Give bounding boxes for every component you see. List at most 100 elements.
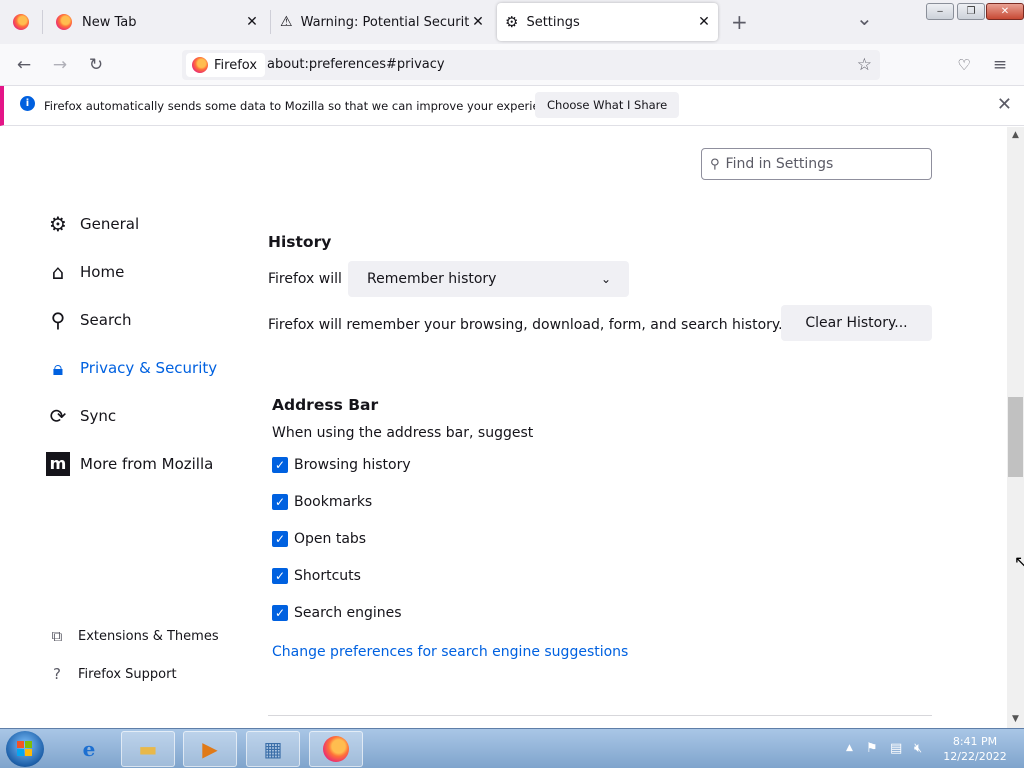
tab-title: Warning: Potential Security Risk: [300, 14, 469, 30]
category-label: More from Mozilla: [80, 455, 214, 473]
tab-settings[interactable]: ⚙ Settings ✕: [497, 3, 718, 41]
category-sync[interactable]: ⟳ Sync: [46, 400, 117, 432]
windows-logo-icon: [17, 741, 32, 756]
forward-icon[interactable]: →: [50, 55, 70, 75]
suggest-search-engines-checkbox[interactable]: ✓ Search engines: [272, 605, 402, 621]
url-text[interactable]: about:preferences#privacy: [267, 57, 445, 72]
category-label: Sync: [80, 407, 117, 425]
tab-separator: [42, 10, 43, 34]
category-label: Home: [80, 263, 125, 281]
sync-icon: ⟳: [49, 404, 67, 428]
minimize-button[interactable]: ‒: [926, 3, 954, 20]
restore-button[interactable]: ❐: [957, 3, 985, 20]
search-input[interactable]: ⚲ Find in Settings: [701, 148, 932, 180]
control-panel-icon[interactable]: ▦: [246, 731, 300, 767]
back-icon[interactable]: ←: [14, 55, 34, 75]
category-search[interactable]: ⚲ Search: [46, 304, 132, 336]
gear-icon: ⚙: [49, 212, 67, 236]
chevron-down-icon: ⌄: [600, 272, 611, 286]
list-all-tabs-icon[interactable]: ⌄: [856, 6, 873, 30]
history-mode-select[interactable]: Remember history ⌄: [348, 261, 629, 297]
checkbox-label: Bookmarks: [294, 494, 373, 510]
history-mode-value: Remember history: [367, 271, 497, 287]
search-placeholder: Find in Settings: [725, 156, 834, 172]
data-notification-bar: i Firefox automatically sends some data …: [0, 86, 1024, 126]
close-tab-icon[interactable]: ✕: [244, 14, 260, 30]
new-tab-icon[interactable]: +: [731, 10, 748, 34]
windows-taskbar: e ▬ ▶ ▦ ▲ ⚑ ▤ 🔇︎ 8:41 PM 12/22/2022: [0, 728, 1024, 768]
suggest-open-tabs-checkbox[interactable]: ✓ Open tabs: [272, 531, 366, 547]
mozilla-icon: m: [46, 452, 70, 476]
notification-text: Firefox automatically sends some data to…: [44, 99, 564, 113]
choose-what-i-share-button[interactable]: Choose What I Share: [535, 92, 680, 118]
address-bar-heading: Address Bar: [272, 396, 379, 414]
close-icon[interactable]: ✕: [997, 94, 1012, 115]
category-general[interactable]: ⚙ General: [46, 208, 139, 240]
help-icon: ?: [53, 665, 61, 683]
tab-security-warning[interactable]: ⚠ Warning: Potential Security Risk ✕: [274, 3, 492, 41]
show-hidden-icons-icon[interactable]: ▲: [846, 743, 853, 753]
checkbox-checked[interactable]: ✓: [272, 531, 288, 547]
firefox-icon: [13, 14, 29, 30]
checkbox-checked[interactable]: ✓: [272, 568, 288, 584]
start-button[interactable]: [6, 731, 44, 767]
file-explorer-icon[interactable]: ▬: [121, 731, 175, 767]
gear-icon: ⚙: [505, 13, 519, 31]
reload-icon[interactable]: ↻: [86, 55, 106, 75]
media-player-icon[interactable]: ▶: [183, 731, 237, 767]
checkbox-label: Open tabs: [294, 531, 367, 547]
history-heading: History: [268, 233, 332, 251]
tab-pinned-firefox[interactable]: [6, 3, 36, 41]
extensions-themes-link[interactable]: ⧉ Extensions & Themes: [48, 627, 219, 645]
suggest-bookmarks-checkbox[interactable]: ✓ Bookmarks: [272, 494, 372, 510]
menu-icon[interactable]: ≡: [990, 55, 1010, 75]
pocket-icon[interactable]: ♡: [954, 55, 974, 75]
firefox-will-label: Firefox will: [268, 271, 342, 287]
volume-muted-icon[interactable]: 🔇︎: [914, 741, 922, 756]
section-divider: [268, 715, 932, 716]
clear-history-button[interactable]: Clear History...: [781, 305, 932, 341]
internet-explorer-icon[interactable]: e: [62, 731, 116, 767]
scroll-up-icon[interactable]: ▲: [1007, 127, 1024, 144]
history-description: Firefox will remember your browsing, dow…: [268, 317, 783, 333]
system-clock[interactable]: 8:41 PM 12/22/2022: [940, 734, 1010, 764]
checkbox-checked[interactable]: ✓: [272, 457, 288, 473]
close-tab-icon[interactable]: ✕: [470, 14, 486, 30]
checkbox-checked[interactable]: ✓: [272, 605, 288, 621]
tab-separator: [270, 10, 271, 34]
home-icon: ⌂: [51, 260, 65, 284]
firefox-support-link[interactable]: ? Firefox Support: [48, 665, 177, 683]
firefox-icon: [56, 14, 72, 30]
network-icon[interactable]: ▤: [890, 741, 902, 756]
tab-title: New Tab: [82, 14, 137, 30]
footer-link-label: Firefox Support: [78, 666, 177, 682]
scroll-down-icon[interactable]: ▼: [1007, 711, 1024, 728]
checkbox-label: Browsing history: [294, 457, 411, 473]
category-privacy-security[interactable]: 🔒︎ Privacy & Security: [46, 352, 217, 384]
close-window-button[interactable]: ✕: [986, 3, 1024, 20]
scrollbar-thumb[interactable]: [1008, 397, 1023, 477]
bookmark-star-icon[interactable]: ☆: [857, 55, 872, 75]
action-center-flag-icon[interactable]: ⚑: [866, 741, 878, 756]
tab-new-tab[interactable]: New Tab ✕: [50, 3, 266, 41]
search-suggestion-preferences-link[interactable]: Change preferences for search engine sug…: [272, 644, 628, 660]
settings-page: ⚲ Find in Settings ⚙ General ⌂ Home ⚲ Se…: [0, 127, 1007, 728]
checkbox-checked[interactable]: ✓: [272, 494, 288, 510]
system-tray: ▲ ⚑ ▤ 🔇︎ 8:41 PM 12/22/2022: [840, 729, 1024, 768]
close-tab-icon[interactable]: ✕: [696, 14, 712, 30]
url-bar[interactable]: Firefox about:preferences#privacy ☆: [182, 50, 880, 80]
category-home[interactable]: ⌂ Home: [46, 256, 125, 288]
identity-box[interactable]: Firefox: [186, 53, 266, 77]
category-more-from-mozilla[interactable]: m More from Mozilla: [46, 448, 213, 480]
search-icon: ⚲: [710, 156, 720, 172]
category-label: Privacy & Security: [80, 359, 218, 377]
vertical-scrollbar[interactable]: ▲ ▼: [1007, 127, 1024, 728]
checkbox-label: Search engines: [294, 605, 402, 621]
identity-label: Firefox: [214, 57, 258, 73]
suggest-browsing-history-checkbox[interactable]: ✓ Browsing history: [272, 457, 411, 473]
puzzle-icon: ⧉: [51, 627, 63, 645]
clock-date: 12/22/2022: [943, 750, 1007, 763]
suggest-shortcuts-checkbox[interactable]: ✓ Shortcuts: [272, 568, 361, 584]
mouse-cursor-icon: ↖: [1014, 552, 1024, 571]
firefox-taskbar-button[interactable]: [309, 731, 363, 767]
